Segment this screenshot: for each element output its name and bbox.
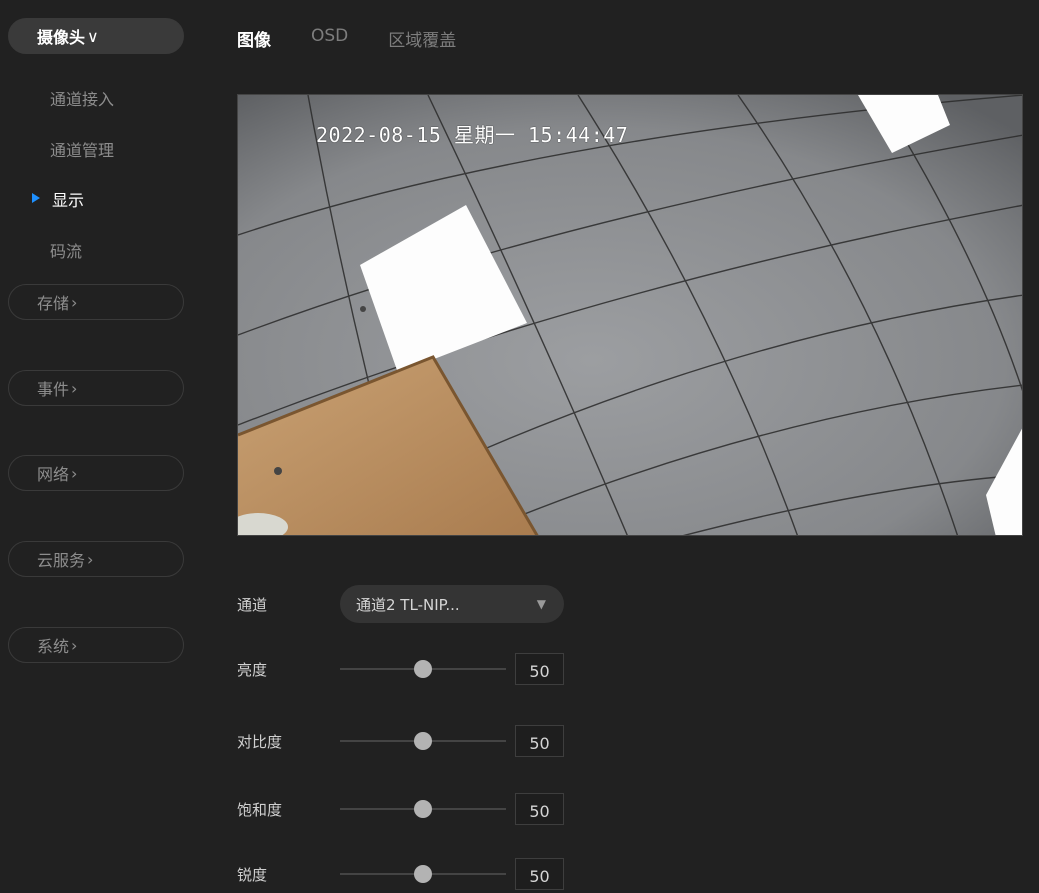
brightness-value-field[interactable]: 50	[515, 653, 564, 685]
saturation-label: 饱和度	[237, 800, 283, 819]
chevron-right-icon: ›	[87, 549, 94, 569]
nav-group-camera[interactable]: 摄像头 ∨	[8, 18, 184, 54]
sidebar-item-channel-management[interactable]: 通道管理	[50, 137, 114, 161]
sharpness-value-field[interactable]: 50	[515, 858, 564, 890]
contrast-value-field[interactable]: 50	[515, 725, 564, 757]
triangle-down-icon: ▼	[536, 597, 546, 611]
nav-group-camera-label: 摄像头	[37, 28, 86, 47]
nav-group-system-label: 系统	[37, 637, 70, 656]
channel-label: 通道	[237, 595, 268, 614]
contrast-slider[interactable]	[340, 731, 506, 751]
nav-group-event-label: 事件	[37, 380, 70, 399]
saturation-slider[interactable]	[340, 799, 506, 819]
saturation-value-field[interactable]: 50	[515, 793, 564, 825]
brightness-slider[interactable]	[340, 659, 506, 679]
chevron-right-icon: ›	[71, 292, 78, 312]
nav-group-network[interactable]: 网络 ›	[8, 455, 184, 491]
camera-preview: 2022-08-15 星期一 15:44:47	[237, 94, 1023, 536]
nav-group-cloud-label: 云服务	[37, 551, 86, 570]
channel-row: 通道 通道2 TL-NIP... ▼	[237, 585, 564, 623]
current-indicator-icon	[32, 193, 40, 203]
contrast-row: 对比度 50	[237, 722, 564, 760]
sidebar: 摄像头 ∨ 通道接入 通道管理 显示 码流 存储 › 事件 › 网络 › 云服务…	[0, 0, 195, 890]
saturation-row: 饱和度 50	[237, 790, 564, 828]
nav-group-storage[interactable]: 存储 ›	[8, 284, 184, 320]
sidebar-item-stream[interactable]: 码流	[50, 238, 82, 262]
sharpness-slider[interactable]	[340, 864, 506, 884]
nav-group-cloud[interactable]: 云服务 ›	[8, 541, 184, 577]
chevron-right-icon: ›	[71, 463, 78, 483]
brightness-label: 亮度	[237, 660, 268, 679]
slider-knob[interactable]	[414, 732, 432, 750]
osd-timestamp: 2022-08-15 星期一 15:44:47	[316, 123, 629, 147]
sharpness-row: 锐度 50	[237, 855, 564, 893]
camera-preview-image	[238, 95, 1022, 535]
slider-knob[interactable]	[414, 660, 432, 678]
nav-group-event[interactable]: 事件 ›	[8, 370, 184, 406]
nav-group-network-label: 网络	[37, 465, 70, 484]
slider-knob[interactable]	[414, 800, 432, 818]
sidebar-item-display[interactable]: 显示	[52, 187, 84, 211]
channel-select[interactable]: 通道2 TL-NIP... ▼	[340, 585, 564, 623]
tab-image[interactable]: 图像	[237, 26, 271, 51]
tab-privacy-mask[interactable]: 区域覆盖	[388, 26, 456, 51]
slider-knob[interactable]	[414, 865, 432, 883]
tab-osd[interactable]: OSD	[311, 26, 348, 51]
sidebar-item-channel-access[interactable]: 通道接入	[50, 86, 114, 110]
chevron-right-icon: ›	[71, 378, 78, 398]
sharpness-label: 锐度	[237, 865, 268, 884]
tab-bar: 图像 OSD 区域覆盖	[237, 26, 496, 51]
contrast-label: 对比度	[237, 732, 283, 751]
brightness-row: 亮度 50	[237, 650, 564, 688]
nav-group-storage-label: 存储	[37, 294, 70, 313]
channel-select-value: 通道2 TL-NIP...	[356, 595, 460, 614]
chevron-down-icon: ∨	[87, 26, 99, 46]
nav-group-system[interactable]: 系统 ›	[8, 627, 184, 663]
chevron-right-icon: ›	[71, 635, 78, 655]
